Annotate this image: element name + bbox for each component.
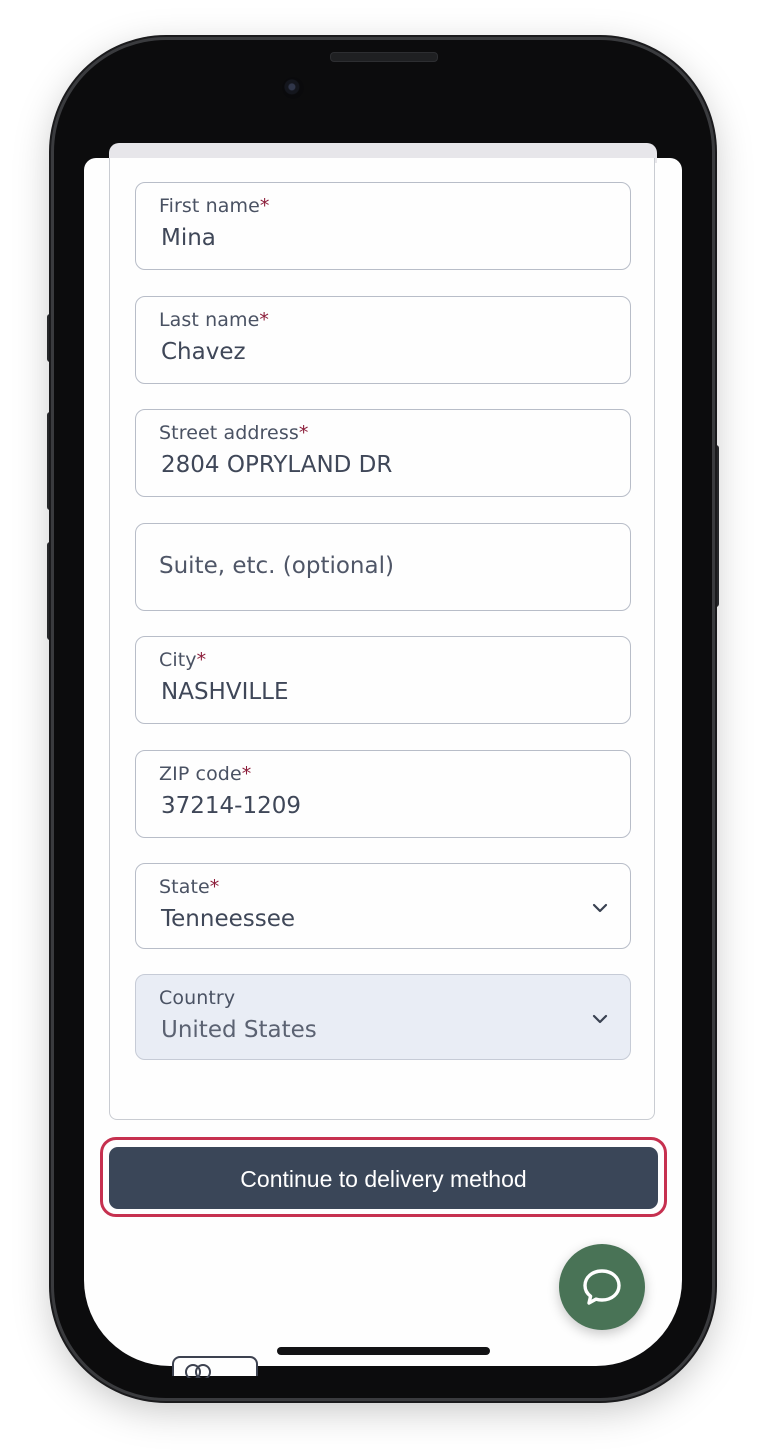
suite-placeholder: Suite, etc. (optional) (159, 553, 394, 579)
chat-button[interactable] (559, 1244, 645, 1330)
street-address-value: 2804 OPRYLAND DR (161, 452, 393, 478)
earpiece-speaker (330, 52, 438, 62)
required-marker: * (241, 763, 252, 785)
first-name-field[interactable]: First name* Mina (135, 182, 631, 270)
chevron-down-icon (592, 1014, 608, 1024)
state-value: Tenneessee (161, 906, 296, 932)
country-select: Country United States (135, 974, 631, 1060)
zip-code-field[interactable]: ZIP code* 37214-1209 (135, 750, 631, 838)
last-name-field[interactable]: Last name* Chavez (135, 296, 631, 384)
chat-bubble-icon (583, 1269, 621, 1305)
country-value: United States (161, 1017, 317, 1043)
last-name-value: Chavez (161, 339, 246, 365)
city-label: City* (159, 649, 207, 671)
device-frame-stage: First name* Mina Last name* Chavez Stree… (0, 0, 766, 1454)
first-name-value: Mina (161, 225, 216, 251)
required-marker: * (196, 649, 207, 671)
city-field[interactable]: City* NASHVILLE (135, 636, 631, 724)
front-camera (282, 77, 304, 99)
continue-to-delivery-button[interactable]: Continue to delivery method (109, 1147, 658, 1209)
card-logo-icon (185, 1364, 211, 1378)
silent-switch (47, 314, 54, 362)
first-name-label: First name* (159, 195, 270, 217)
zip-code-value: 37214-1209 (161, 793, 301, 819)
required-marker: * (209, 876, 220, 898)
payment-card-icon (172, 1356, 258, 1378)
power-button (712, 445, 719, 607)
country-label: Country (159, 987, 236, 1009)
required-marker: * (298, 422, 309, 444)
last-name-label: Last name* (159, 309, 270, 331)
street-address-label: Street address* (159, 422, 309, 444)
state-select[interactable]: State* Tenneessee (135, 863, 631, 949)
street-address-field[interactable]: Street address* 2804 OPRYLAND DR (135, 409, 631, 497)
home-indicator[interactable] (277, 1347, 490, 1355)
suite-field[interactable]: Suite, etc. (optional) (135, 523, 631, 611)
state-label: State* (159, 876, 220, 898)
chevron-down-icon (592, 903, 608, 913)
required-marker: * (259, 309, 270, 331)
volume-up-button (47, 412, 54, 510)
city-value: NASHVILLE (161, 679, 289, 705)
required-marker: * (259, 195, 270, 217)
zip-code-label: ZIP code* (159, 763, 252, 785)
volume-down-button (47, 542, 54, 640)
